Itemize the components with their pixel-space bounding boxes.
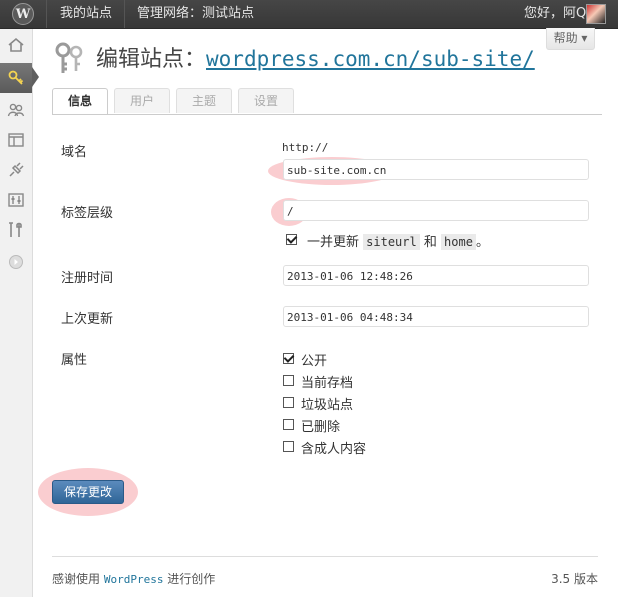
archived-label: 当前存档 <box>301 376 354 391</box>
last-updated-input[interactable]: 2013-01-06 04:48:34 <box>283 306 589 327</box>
registered-label: 注册时间 <box>61 271 114 286</box>
sites-key-icon[interactable] <box>0 63 32 93</box>
avatar[interactable] <box>586 4 606 24</box>
tools-icon[interactable] <box>0 215 32 245</box>
deleted-checkbox[interactable] <box>283 419 294 430</box>
site-url-link[interactable]: wordpress.com.cn/sub-site/ <box>206 47 535 71</box>
divider <box>46 0 47 28</box>
footer-divider <box>52 556 598 557</box>
footer-thanks: 感谢使用 WordPress 进行创作 <box>52 570 215 587</box>
update-urls-label: 一并更新 siteurl 和 home。 <box>307 231 489 250</box>
domain-prefix: http:// <box>282 141 329 154</box>
wordpress-logo-icon[interactable]: W <box>0 0 46 28</box>
network-admin-menu[interactable]: 管理网络：测试站点 <box>137 0 254 28</box>
save-changes-button[interactable]: 保存更改 <box>52 480 124 504</box>
footer-thanks-suffix: 进行创作 <box>167 572 216 586</box>
admin-bar: W 我的站点 管理网络：测试站点 您好，阿Q <box>0 0 618 29</box>
footer-thanks-prefix: 感谢使用 <box>52 572 101 586</box>
settings-icon[interactable] <box>0 185 32 215</box>
collapse-menu-icon[interactable] <box>0 247 32 277</box>
update-and: 和 <box>423 235 437 250</box>
tabs-divider <box>52 114 602 115</box>
last-updated-label: 上次更新 <box>61 312 114 327</box>
update-urls-checkbox[interactable] <box>286 234 297 245</box>
tab-themes[interactable]: 主题 <box>176 88 232 113</box>
admin-sidebar-menu <box>0 29 39 597</box>
siteurl-code: siteurl <box>363 234 420 250</box>
help-tab-button[interactable]: 帮助 ▾ <box>546 28 595 50</box>
themes-icon[interactable] <box>0 125 32 155</box>
dashboard-home-icon[interactable] <box>0 30 32 60</box>
plugins-icon[interactable] <box>0 155 32 185</box>
tab-info[interactable]: 信息 <box>52 88 108 114</box>
tab-settings[interactable]: 设置 <box>238 88 294 113</box>
greeting-user-menu[interactable]: 您好，阿Q <box>524 0 586 28</box>
update-prefix: 一并更新 <box>307 235 360 250</box>
spam-label: 垃圾站点 <box>301 398 354 413</box>
home-code: home <box>441 234 476 250</box>
spam-checkbox[interactable] <box>283 397 294 408</box>
current-menu-arrow <box>32 67 39 87</box>
page-title-prefix: 编辑站点： <box>96 47 207 72</box>
public-checkbox[interactable] <box>283 353 294 364</box>
domain-input[interactable]: sub-site.com.cn <box>283 159 589 180</box>
domain-label: 域名 <box>61 145 88 160</box>
users-icon[interactable] <box>0 95 32 125</box>
mature-checkbox[interactable] <box>283 441 294 452</box>
page-title: 编辑站点：wordpress.com.cn/sub-site/ <box>96 41 535 73</box>
my-sites-menu[interactable]: 我的站点 <box>60 0 112 28</box>
mature-label: 含成人内容 <box>301 442 367 457</box>
tab-users[interactable]: 用户 <box>114 88 170 113</box>
attributes-label: 属性 <box>61 353 88 368</box>
path-label: 标签层级 <box>61 206 114 221</box>
archived-checkbox[interactable] <box>283 375 294 386</box>
public-label: 公开 <box>301 354 328 369</box>
path-input[interactable]: / <box>283 200 589 221</box>
registered-input[interactable]: 2013-01-06 12:48:26 <box>283 265 589 286</box>
deleted-label: 已删除 <box>301 420 341 435</box>
wordpress-link[interactable]: WordPress <box>104 573 164 586</box>
update-suffix: 。 <box>475 235 489 250</box>
footer-version: 3.5 版本 <box>551 572 598 586</box>
divider <box>124 0 125 28</box>
sites-keys-icon <box>52 40 88 76</box>
